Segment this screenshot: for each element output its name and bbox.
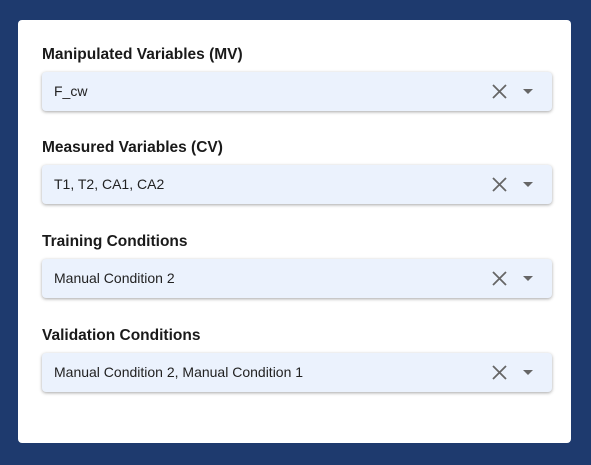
close-icon[interactable] [490,269,509,288]
close-icon[interactable] [490,363,509,382]
validation-select[interactable]: Manual Condition 2, Manual Condition 1 [42,353,552,392]
mv-section: Manipulated Variables (MV) F_cw [42,45,552,111]
caret-down-icon[interactable] [523,276,533,281]
validation-label: Validation Conditions [42,327,201,344]
close-icon[interactable] [490,82,509,101]
mv-select[interactable]: F_cw [42,72,552,111]
training-section: Training Conditions Manual Condition 2 [42,232,552,298]
validation-value: Manual Condition 2, Manual Condition 1 [54,364,304,380]
training-label: Training Conditions [42,233,188,250]
cv-select[interactable]: T1, T2, CA1, CA2 [42,165,552,204]
form-card: Manipulated Variables (MV) F_cw Measured… [18,20,571,443]
mv-value: F_cw [54,83,88,99]
training-value: Manual Condition 2 [54,270,175,286]
cv-label: Measured Variables (CV) [42,139,223,156]
validation-section: Validation Conditions Manual Condition 2… [42,326,552,392]
close-icon[interactable] [490,175,509,194]
cv-value: T1, T2, CA1, CA2 [54,176,165,192]
mv-label: Manipulated Variables (MV) [42,46,243,63]
caret-down-icon[interactable] [523,370,533,375]
training-select[interactable]: Manual Condition 2 [42,259,552,298]
cv-section: Measured Variables (CV) T1, T2, CA1, CA2 [42,138,552,204]
caret-down-icon[interactable] [523,182,533,187]
caret-down-icon[interactable] [523,89,533,94]
